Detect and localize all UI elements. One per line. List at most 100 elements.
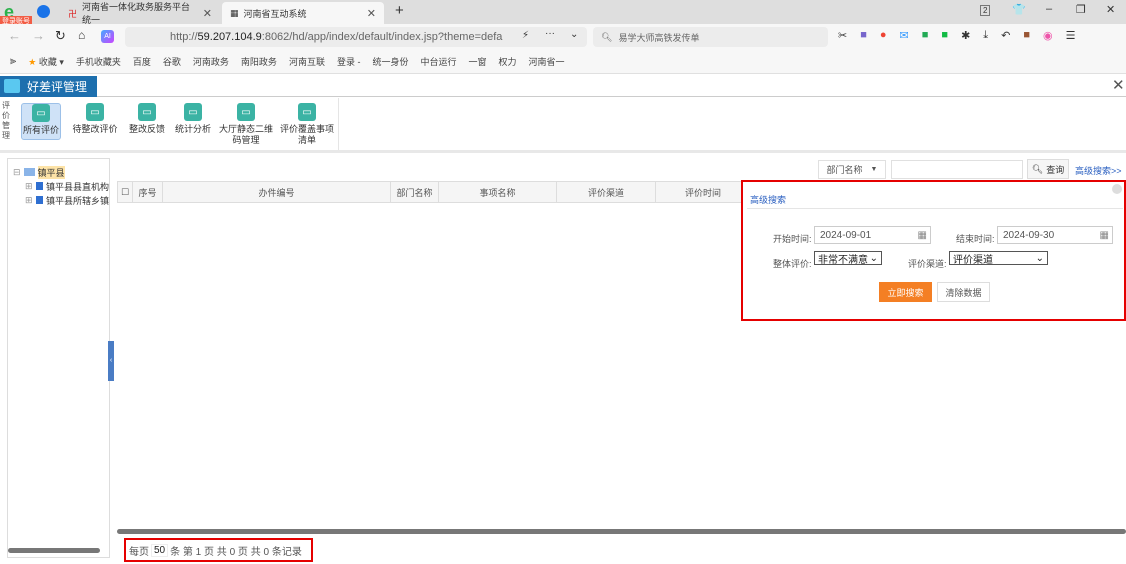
search-input[interactable]: 🔍︎ 易学大师高铁发传单 xyxy=(593,27,828,47)
bolt-icon[interactable]: ⚡ xyxy=(522,30,529,41)
undo-icon[interactable]: ↶ xyxy=(1001,29,1010,42)
weibo-icon[interactable]: ● xyxy=(880,29,887,42)
bookmark-item[interactable]: 一窗 xyxy=(468,55,486,68)
briefcase-icon[interactable]: ■ xyxy=(1023,29,1030,42)
scissors-icon[interactable]: ✂ xyxy=(838,29,847,42)
side-label: 评价管理 xyxy=(2,101,10,140)
browser-tab-bar: e 登录账号 卍河南省一体化政务服务平台统一 ✕ ▦ 河南省互动系统 ✕ + 2 👕 … xyxy=(0,0,1126,26)
bookmark-item[interactable]: 百度 xyxy=(133,55,151,68)
url-field[interactable]: http://59.207.104.9:8062/hd/app/index/de… xyxy=(125,27,587,47)
clear-data-button[interactable]: 清除数据 xyxy=(937,282,990,302)
bookmark-item[interactable]: 中台运行 xyxy=(420,55,456,68)
close-panel-icon[interactable] xyxy=(1112,184,1122,194)
tree-node[interactable]: ⊞ 镇平县所辖乡镇 xyxy=(13,193,109,207)
collapse-panel-handle[interactable]: ‹ xyxy=(108,341,114,381)
org-tree: ⊟ 镇平县 ⊞ 镇平县县直机构 ⊞ 镇平县所辖乡镇 xyxy=(7,158,110,558)
divider xyxy=(747,208,1123,209)
comment-icon: ▭ xyxy=(32,104,50,122)
chevron-down-icon: ⌄ xyxy=(1035,252,1044,264)
keyword-input[interactable] xyxy=(891,160,1023,179)
folder-icon xyxy=(35,196,43,204)
forward-icon[interactable]: → xyxy=(32,28,45,43)
calendar-icon: ▦ xyxy=(1099,229,1109,241)
collapse-icon[interactable]: ⊟ xyxy=(13,167,21,178)
close-tab-icon[interactable]: ✕ xyxy=(203,7,212,20)
bookmarks-bar: ⫸ ★ 收藏 ▾ 手机收藏夹 百度 谷歌 河南政务 南阳政务 河南互联 登录 -… xyxy=(0,50,1126,74)
tree-scrollbar[interactable] xyxy=(8,548,100,553)
toolbar-qrcode[interactable]: ▭ 大厅静态二维码管理 xyxy=(218,103,274,146)
start-date-input[interactable]: 2024-09-01 ▦ xyxy=(814,226,931,244)
expand-icon[interactable]: ⊞ xyxy=(25,195,33,206)
close-app-button[interactable]: ✕ xyxy=(1112,76,1125,94)
address-bar: ← → ↻ ⌂ AI http://59.207.104.9:8062/hd/a… xyxy=(0,24,1126,50)
expand-icon[interactable]: ⊞ xyxy=(25,181,33,192)
bookmark-item[interactable]: 河南政务 xyxy=(193,55,229,68)
home-icon[interactable]: ⌂ xyxy=(78,28,85,42)
toolbar-coverage-list[interactable]: ▭ 评价覆盖事项清单 xyxy=(279,103,335,146)
comment-icon: ▭ xyxy=(237,103,255,121)
bookmark-item[interactable]: ★ 收藏 ▾ xyxy=(28,55,64,68)
menu-icon[interactable]: ☰ xyxy=(1066,29,1076,42)
folder-icon xyxy=(35,182,43,190)
book-icon[interactable]: ■ xyxy=(941,29,948,42)
reload-icon[interactable]: ↻ xyxy=(55,28,66,44)
comment-icon: ▭ xyxy=(184,103,202,121)
tree-node[interactable]: ⊞ 镇平县县直机构 xyxy=(13,179,109,193)
channel-select[interactable]: 评价渠道 ⌄ xyxy=(949,251,1048,266)
comment-icon: ▭ xyxy=(138,103,156,121)
word-icon[interactable]: ■ xyxy=(922,29,929,42)
site-icon: ▦ xyxy=(230,7,239,18)
toolbar-statistics[interactable]: ▭ 统计分析 xyxy=(173,103,213,135)
translate-icon[interactable]: ■ xyxy=(860,29,867,42)
bookmark-item[interactable]: 谷歌 xyxy=(163,55,181,68)
download-icon[interactable]: ⤓ xyxy=(983,29,988,42)
tab-count[interactable]: 2 xyxy=(980,5,991,16)
more-icon[interactable]: ··· xyxy=(545,28,555,39)
search-now-button[interactable]: 立即搜索 xyxy=(879,282,932,302)
back-icon[interactable]: ← xyxy=(8,28,21,43)
puzzle-icon[interactable]: ✱ xyxy=(961,29,970,42)
extension-icons: ✂ ■ ● ✉ ■ ■ ✱ ⤓ ↶ ■ ◉ ☰ xyxy=(838,29,1076,42)
dept-select[interactable]: 部门名称 ▼ xyxy=(818,160,886,179)
advanced-search-link[interactable]: 高级搜索>> xyxy=(1075,164,1122,177)
sidebar-toggle-icon[interactable]: ⫸ xyxy=(10,55,16,68)
skin-icon[interactable]: 👕 xyxy=(1012,3,1026,16)
close-window-button[interactable]: ✕ xyxy=(1106,3,1115,16)
page-size-input[interactable]: 50 xyxy=(151,543,169,557)
toolbar-rectify-feedback[interactable]: ▭ 整改反馈 xyxy=(127,103,167,135)
chevron-down-icon[interactable]: ⌄ xyxy=(570,29,578,40)
toolbar-pending-rectify[interactable]: ▭ 待整改评价 xyxy=(71,103,119,135)
send-icon[interactable] xyxy=(37,5,50,18)
ai-icon[interactable]: AI xyxy=(101,30,114,43)
restore-button[interactable]: ❐ xyxy=(1076,3,1086,16)
search-icon: 🔍︎ xyxy=(601,31,613,42)
close-tab-icon[interactable]: ✕ xyxy=(367,7,376,20)
overall-rating-select[interactable]: 非常不满意 ⌄ xyxy=(814,251,882,266)
bookmark-item[interactable]: 统一身份 xyxy=(372,55,408,68)
advanced-search-panel: 高级搜索 开始时间: 2024-09-01 ▦ 结束时间: 2024-09-30 ▦… xyxy=(741,180,1126,321)
monitor-icon xyxy=(4,79,20,93)
toolbar-all-reviews[interactable]: ▭ 所有评价 xyxy=(21,103,61,140)
grid-scrollbar[interactable] xyxy=(117,529,1126,534)
pager: 每页 50 条 第 1 页 共 0 页 共 0 条记录 xyxy=(124,538,313,562)
search-icon: 🔍︎ xyxy=(1031,163,1044,174)
mail-icon[interactable]: ✉ xyxy=(900,29,909,42)
end-date-input[interactable]: 2024-09-30 ▦ xyxy=(997,226,1113,244)
tab-zwfw[interactable]: 卍河南省一体化政务服务平台统一 ✕ xyxy=(60,2,220,25)
query-button[interactable]: 🔍︎ 查询 xyxy=(1027,159,1069,179)
bookmark-item[interactable]: 手机收藏夹 xyxy=(76,55,121,68)
new-tab-button[interactable]: + xyxy=(395,2,404,19)
avatar-icon[interactable]: ◉ xyxy=(1043,29,1053,42)
select-all-checkbox[interactable]: ☐ xyxy=(118,182,133,202)
chevron-down-icon: ⌄ xyxy=(869,252,878,264)
bookmark-item[interactable]: 登录 - xyxy=(337,55,361,68)
bookmark-item[interactable]: 南阳政务 xyxy=(241,55,277,68)
minimize-button[interactable]: – xyxy=(1046,3,1052,15)
tree-node-root[interactable]: ⊟ 镇平县 xyxy=(13,165,109,179)
tab-hudong[interactable]: ▦ 河南省互动系统 ✕ xyxy=(222,2,384,24)
bookmark-item[interactable]: 权力 xyxy=(499,55,517,68)
panel-title: 高级搜索 xyxy=(750,195,787,205)
bookmark-item[interactable]: 河南互联 xyxy=(289,55,325,68)
app-header: 好差评管理 ✕ xyxy=(0,76,1126,97)
bookmark-item[interactable]: 河南省一 xyxy=(529,55,565,68)
